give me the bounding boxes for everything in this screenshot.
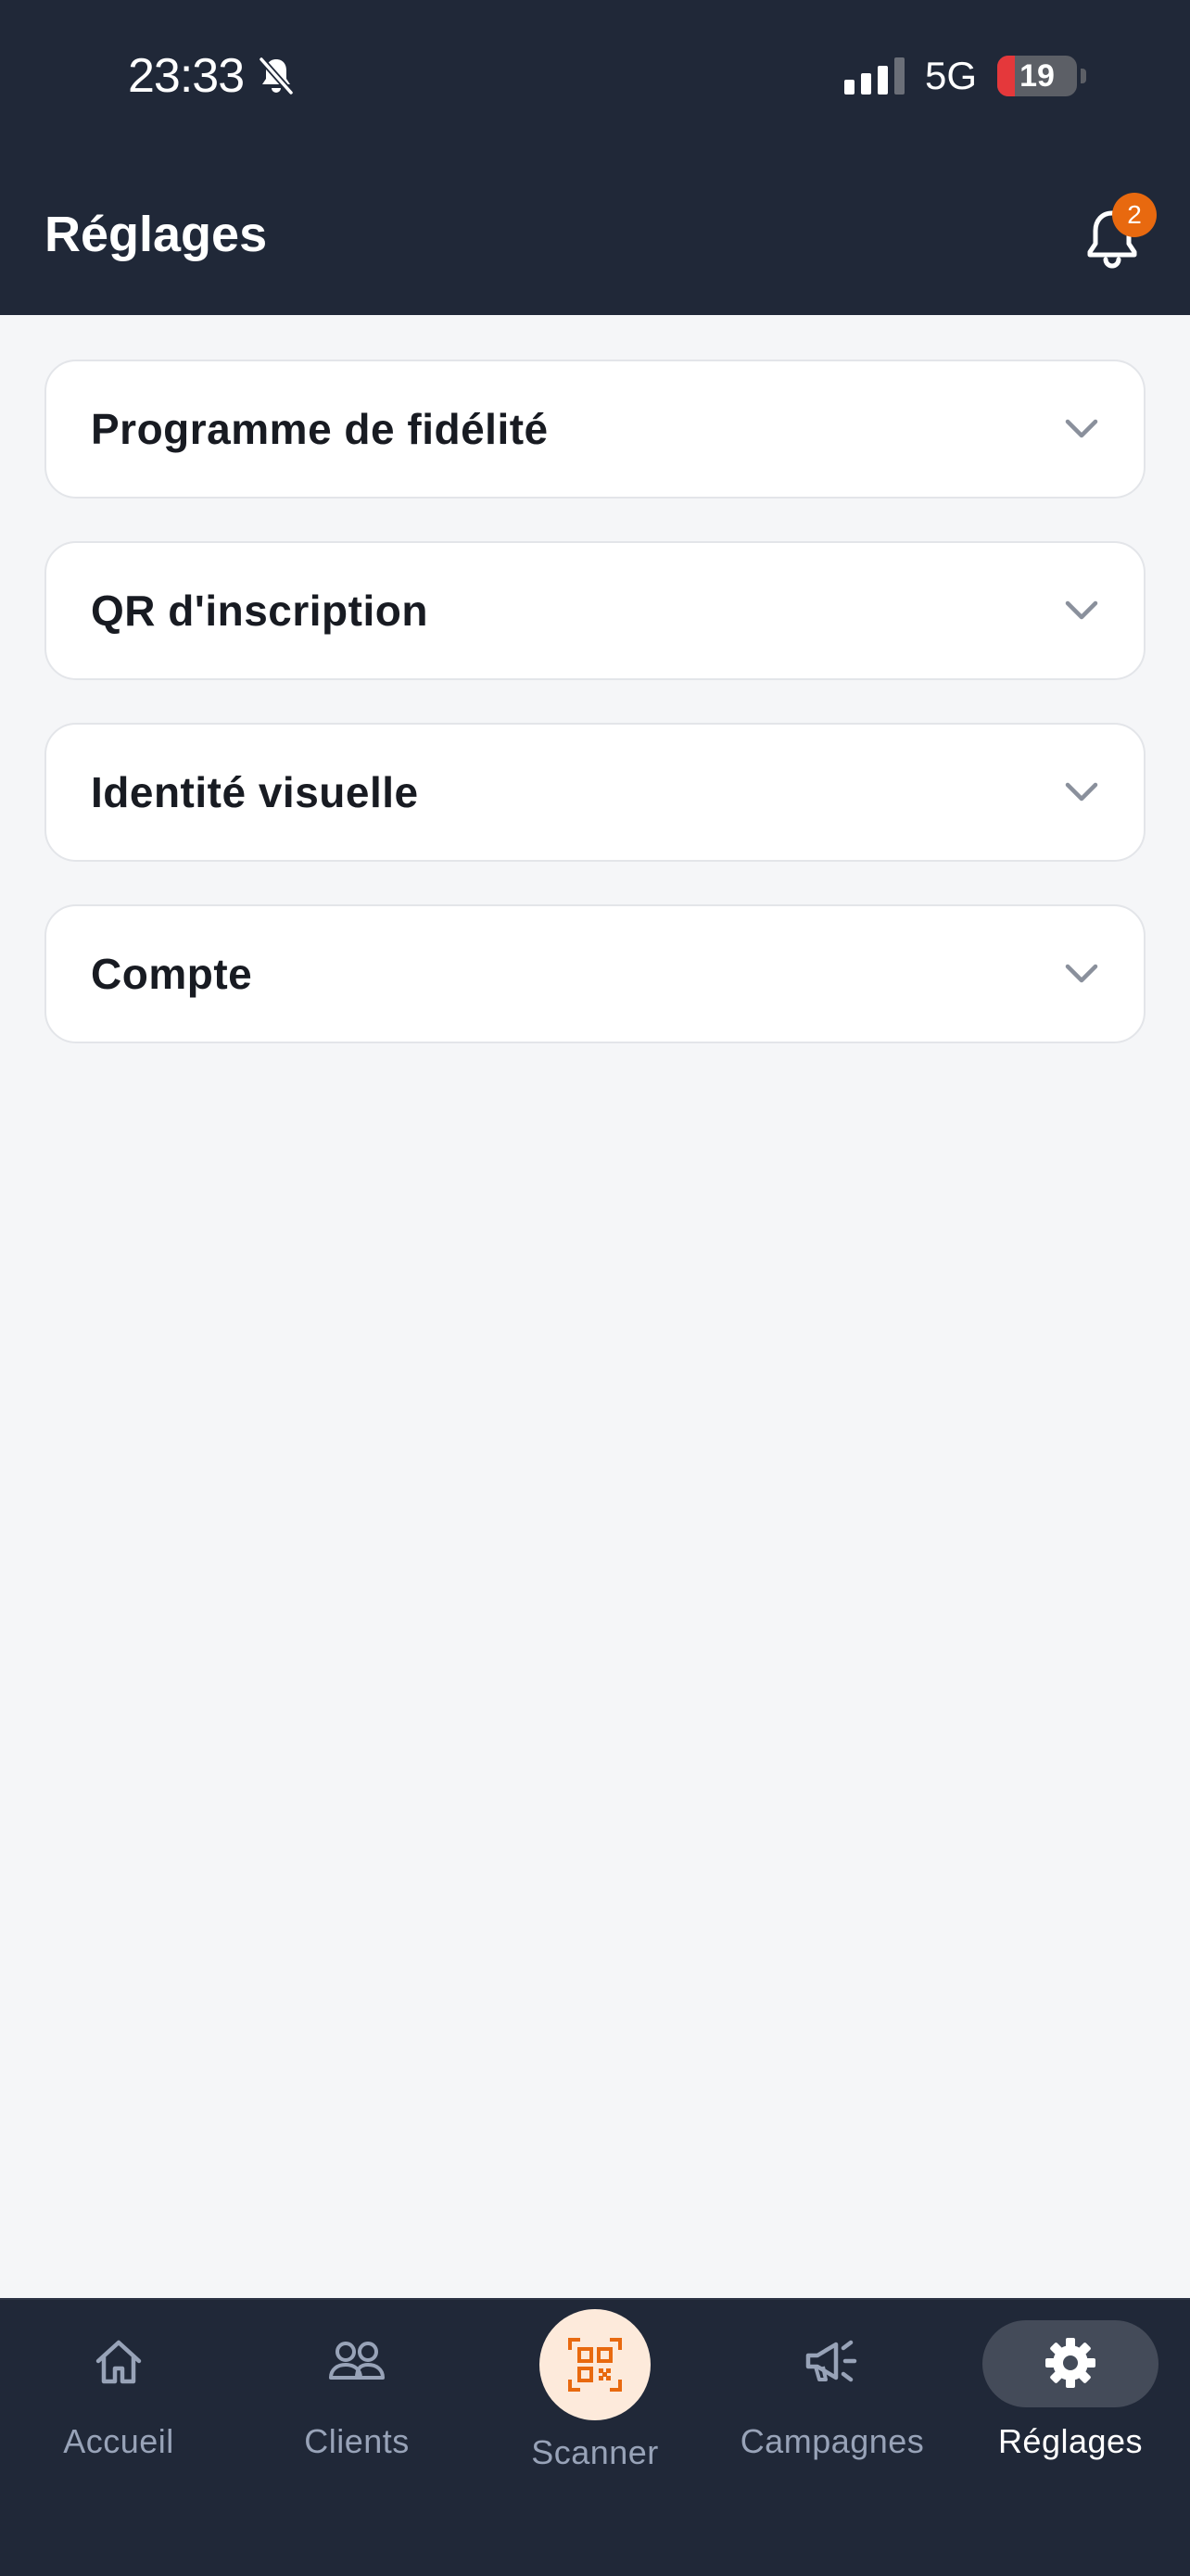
section-label: Identité visuelle xyxy=(91,768,419,816)
section-identite-visuelle[interactable]: Identité visuelle xyxy=(44,723,1146,862)
settings-sections: Programme de fidélité QR d'inscription I… xyxy=(44,360,1146,1086)
network-type: 5G xyxy=(924,54,977,97)
page-title: Réglages xyxy=(44,207,268,262)
chevron-down-icon xyxy=(1065,782,1098,802)
megaphone-icon xyxy=(805,2340,857,2382)
home-icon xyxy=(95,2340,142,2384)
gear-icon xyxy=(1045,2338,1095,2388)
bottom-tab-bar: Accueil Clients Scanner Campagnes Réglag… xyxy=(0,2298,1190,2576)
users-icon xyxy=(329,2342,385,2380)
section-label: QR d'inscription xyxy=(91,587,428,635)
chevron-down-icon xyxy=(1065,600,1098,620)
section-label: Programme de fidélité xyxy=(91,405,549,453)
signal-icon xyxy=(843,57,905,95)
bell-muted-icon xyxy=(259,57,294,95)
app-header: 23:33 5G 19 Réglages 2 xyxy=(0,0,1190,315)
notification-badge[interactable]: 2 xyxy=(1112,193,1157,237)
chevron-down-icon xyxy=(1065,964,1098,983)
status-indicators: 5G 19 xyxy=(843,54,1086,98)
battery-icon: 19 xyxy=(997,56,1077,96)
chevron-down-icon xyxy=(1065,419,1098,438)
status-time: 23:33 xyxy=(128,48,296,104)
qr-scan-icon xyxy=(568,2338,622,2392)
section-compte[interactable]: Compte xyxy=(44,904,1146,1043)
section-label: Compte xyxy=(91,950,253,998)
section-programme-fidelite[interactable]: Programme de fidélité xyxy=(44,360,1146,499)
section-qr-inscription[interactable]: QR d'inscription xyxy=(44,541,1146,680)
battery-tip xyxy=(1081,69,1086,83)
